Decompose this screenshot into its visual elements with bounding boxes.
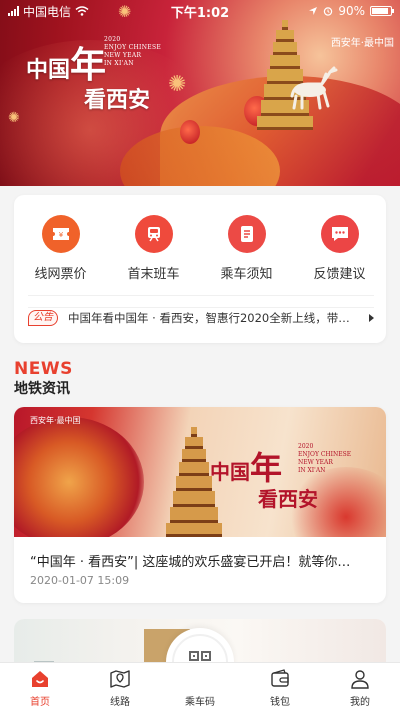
menu-item-feedback[interactable]: 反馈建议 [300, 215, 380, 287]
news-heading-cn: 地铁资讯 [14, 381, 70, 397]
news-image: 西安年·最中国 中国年 看西安 2020 ENJOY CHINESE NEW Y… [14, 407, 386, 537]
announcement-bar[interactable]: 公告 中国年看中国年 · 看西安，智惠行2020全新上线，带… [28, 295, 374, 327]
tab-label: 线路 [110, 697, 130, 708]
news-title: “中国年 · 看西安”| 这座城的欢乐盛宴已开启！就等你… [30, 555, 351, 570]
banner-carousel[interactable]: ✺ ✺ ✺ 中国年 看西安 2020 ENJOY CHINESE NEW YEA… [0, 0, 400, 186]
news-card[interactable]: 西安年·最中国 中国年 看西安 2020 ENJOY CHINESE NEW Y… [14, 407, 386, 603]
divider [28, 295, 374, 296]
wallet-icon [271, 669, 289, 687]
news-date: 2020-01-07 15:09 [30, 574, 130, 587]
chat-bubble-icon [320, 215, 359, 253]
user-icon [351, 670, 369, 689]
map-pin-icon [110, 670, 130, 688]
signal-icon [8, 6, 19, 16]
location-arrow-icon [309, 7, 318, 15]
tab-profile[interactable]: 我的 [320, 663, 400, 710]
menu-item-label: 首末班车 [127, 267, 180, 282]
battery-icon [370, 6, 394, 16]
document-icon [227, 215, 266, 253]
menu-item-train-times[interactable]: 首末班车 [114, 215, 194, 287]
screen: ✺ ✺ ✺ 中国年 看西安 2020 ENJOY CHINESE NEW YEA… [0, 0, 400, 710]
carrier-name: 中国电信 [23, 4, 72, 19]
deer-illustration [290, 66, 338, 110]
lantern-icon [180, 120, 200, 144]
firework-icon: ✺ [168, 72, 187, 97]
alarm-icon [324, 7, 333, 16]
wifi-icon [75, 6, 89, 16]
tab-routes[interactable]: 线路 [80, 663, 160, 710]
news-image-brand: 西安年·最中国 [30, 416, 81, 425]
status-bar: 中国电信 下午1:02 90% [0, 0, 400, 22]
tab-label: 首页 [30, 697, 50, 708]
tab-label: 乘车码 [185, 697, 215, 708]
battery-percent: 90% [338, 4, 365, 18]
tab-label: 钱包 [270, 697, 290, 708]
banner-brand: 西安年·最中国 [330, 38, 394, 49]
tab-label: 我的 [350, 697, 370, 708]
tab-home[interactable]: 首页 [0, 663, 80, 710]
banner-subtitle: 2020 ENJOY CHINESE NEW YEAR IN XI'AN [104, 36, 162, 67]
phoenix-illustration [14, 417, 144, 537]
firework-icon: ✺ [8, 110, 20, 126]
menu-item-riding-notice[interactable]: 乘车须知 [207, 215, 287, 287]
menu-item-fares[interactable]: ¥ 线网票价 [21, 215, 101, 287]
news-heading-en: NEWS [14, 359, 73, 379]
news-section-heading: NEWS 地铁资讯 [14, 360, 73, 398]
news-image-subtitle: 2020 ENJOY CHINESE NEW YEAR IN XI'AN [298, 443, 352, 474]
ticket-icon: ¥ [41, 215, 80, 253]
menu-item-label: 线网票价 [34, 267, 87, 282]
bottom-tab-bar: 首页 线路 乘车码 钱包 我的 [0, 662, 400, 710]
tab-ride-code[interactable]: 乘车码 [160, 663, 240, 710]
menu-item-label: 反馈建议 [313, 267, 366, 282]
home-icon [32, 671, 48, 687]
menu-item-label: 乘车须知 [220, 267, 273, 282]
announcement-tag: 公告 [28, 309, 58, 326]
quick-menu-card: ¥ 线网票价 首末班车 乘车须知 反馈建议 公告 中国年看中国年 · 看西安，智… [14, 195, 386, 343]
announcement-text: 中国年看中国年 · 看西安，智惠行2020全新上线，带… [68, 310, 350, 325]
train-icon [134, 215, 173, 253]
svg-text:¥: ¥ [58, 231, 63, 239]
play-arrow-icon [369, 313, 374, 322]
tab-wallet[interactable]: 钱包 [240, 663, 320, 710]
